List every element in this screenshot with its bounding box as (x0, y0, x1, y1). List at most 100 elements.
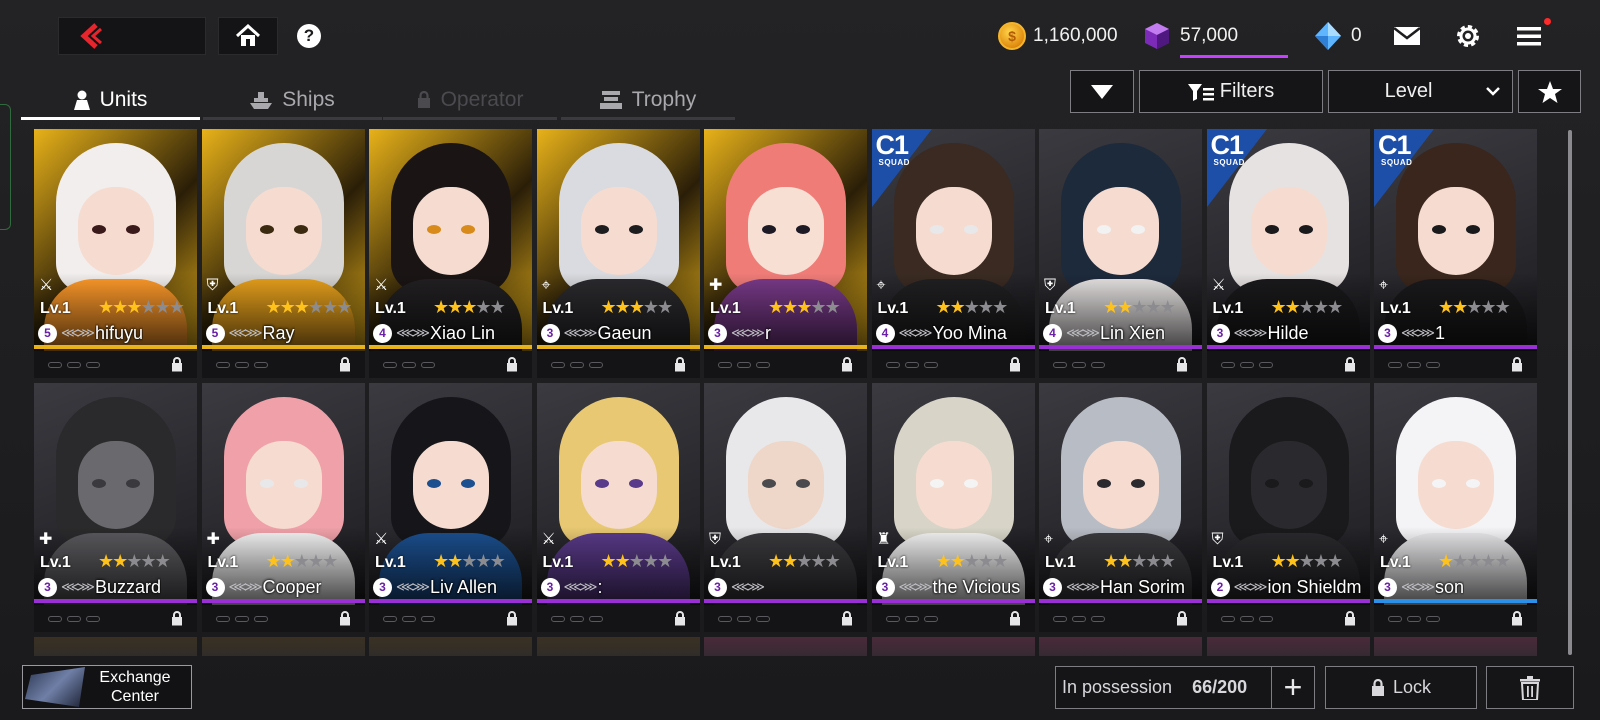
unit-card[interactable]: ⌖ Lv.1 ★★★★★ 3 ⋘⋙ Han Sorim (1039, 383, 1202, 634)
favorite-filter-button[interactable] (1518, 70, 1581, 113)
unit-card-partial[interactable] (871, 637, 1035, 656)
lock-icon[interactable] (1511, 611, 1523, 626)
rarity-star-icon: ★ (1494, 551, 1511, 571)
sort-dropdown[interactable]: Level (1328, 70, 1513, 113)
tab-underline (383, 117, 557, 120)
lock-icon[interactable] (841, 357, 853, 372)
lock-icon[interactable] (1176, 611, 1188, 626)
grid-scrollbar[interactable] (1568, 130, 1572, 655)
unit-portrait: ⚔ Lv.1 ★★★★★ 4 ⋘⋙ Xiao Lin (369, 129, 532, 353)
unit-card[interactable]: ⛨ Lv.1 ★★★★★ 2 ⋘⋙ ion Shieldm (1206, 383, 1370, 634)
unit-card-partial[interactable] (1206, 637, 1370, 656)
portrait-eye (1432, 479, 1446, 488)
unit-card-partial[interactable] (1374, 637, 1537, 656)
tab-ships[interactable]: Ships (203, 80, 382, 120)
lock-icon[interactable] (1344, 611, 1356, 626)
rarity-star-icon: ★ (1298, 551, 1315, 571)
unit-nameplate: 3 ⋘⋙ Hilde (1207, 321, 1370, 345)
unit-card-partial[interactable] (201, 637, 365, 656)
tab-operator[interactable]: Operator (383, 80, 557, 120)
unit-card[interactable]: ⚔ Lv.1 ★★★★★ 4 ⋘⋙ Xiao Lin (369, 129, 532, 380)
lock-icon[interactable] (1176, 357, 1188, 372)
portrait-eye (1432, 225, 1446, 234)
dismiss-unit-button[interactable] (1486, 666, 1574, 709)
home-button[interactable] (218, 17, 278, 55)
trash-icon (1520, 675, 1540, 700)
lock-icon[interactable] (674, 611, 686, 626)
gold-amount: 1,160,000 (1033, 25, 1118, 46)
tab-label: Units (99, 88, 148, 111)
lock-icon[interactable] (1344, 357, 1356, 372)
unit-card[interactable]: ⛨ Lv.1 ★★★★★★ 5 ⋘⋙ Ray (201, 129, 365, 380)
unit-card[interactable]: C1 SQUAD ⌖ Lv.1 ★★★★★ 3 ⋘⋙ 1 (1374, 129, 1537, 380)
lock-icon[interactable] (506, 357, 518, 372)
unit-card-partial[interactable] (704, 637, 867, 656)
rarity-star-icon: ★ (447, 297, 463, 317)
lock-icon[interactable] (171, 611, 183, 626)
unit-card[interactable]: C1 SQUAD ⚔ Lv.1 ★★★★★ 3 ⋘⋙ Hilde (1206, 129, 1370, 380)
unit-card[interactable]: ✚ Lv.1 ★★★★★ 3 ⋘⋙ Buzzard (34, 383, 197, 634)
mail-button[interactable] (1392, 22, 1422, 50)
portrait-eye (1466, 225, 1480, 234)
unit-card[interactable]: ✚ Lv.1 ★★★★★ 3 ⋘⋙ Cooper (201, 383, 365, 634)
gear-slot-pip (588, 361, 603, 368)
portrait-eye (126, 225, 140, 234)
ranger-class-icon: ⌖ (1379, 531, 1389, 548)
lock-icon[interactable] (1009, 357, 1021, 372)
settings-button[interactable] (1453, 22, 1483, 50)
unit-card[interactable]: ⌖ Lv.1 ★★★★★ 3 ⋘⋙ Gaeun (536, 129, 700, 380)
rarity-star-icon: ★ (628, 551, 645, 571)
lock-button[interactable]: Lock (1325, 666, 1477, 709)
menu-button[interactable] (1514, 22, 1544, 50)
unit-portrait: C1 SQUAD ⌖ Lv.1 ★★★★★ 3 ⋘⋙ 1 (1374, 129, 1537, 353)
lock-icon[interactable] (171, 357, 183, 372)
lock-icon[interactable] (1511, 357, 1523, 372)
lock-icon[interactable] (1009, 611, 1021, 626)
sort-order-toggle[interactable] (1070, 70, 1134, 113)
portrait-face (1418, 441, 1494, 529)
filters-button[interactable]: Filters (1139, 70, 1323, 113)
side-drawer-handle[interactable] (0, 104, 11, 230)
tab-trophy[interactable]: Trophy (561, 80, 735, 120)
expand-capacity-button[interactable]: + (1271, 666, 1315, 709)
cube-currency[interactable]: 57,000 (1142, 20, 1288, 58)
unit-card[interactable]: ⚔ Lv.1 ★★★★★★ 5 ⋘⋙ hifuyu (34, 129, 197, 380)
unit-card[interactable]: ⛨ Lv.1 ★★★★★ 3 ⋘⋙ (704, 383, 867, 634)
lock-icon[interactable] (674, 357, 686, 372)
help-button[interactable]: ? (297, 24, 321, 48)
scrollbar-thumb[interactable] (1568, 130, 1572, 655)
rarity-bar (34, 599, 197, 603)
rarity-star-icon: ★ (1452, 551, 1468, 571)
unit-card[interactable]: ⛨ Lv.1 ★★★★★ 4 ⋘⋙ Lin Xien (1039, 129, 1202, 380)
back-button[interactable] (58, 17, 206, 55)
unit-card[interactable]: ✚ Lv.1 ★★★★★ 3 ⋘⋙ r (704, 129, 867, 380)
unit-card[interactable]: ⚔ Lv.1 ★★★★★ 3 ⋘⋙ : (536, 383, 700, 634)
unit-card-footer (369, 605, 532, 632)
rarity-star-icon: ★ (265, 297, 282, 317)
tab-units[interactable]: Units (21, 80, 200, 120)
unit-card-partial[interactable] (1039, 637, 1202, 656)
unit-card[interactable]: ⚔ Lv.1 ★★★★★ 3 ⋘⋙ Liv Allen (369, 383, 532, 634)
lock-icon[interactable] (506, 611, 518, 626)
unit-card-partial[interactable] (536, 637, 700, 656)
striker-class-icon: ⚔ (374, 277, 389, 294)
unit-card[interactable]: C1 SQUAD ⌖ Lv.1 ★★★★★ 4 ⋘⋙ Yoo Mina (871, 129, 1035, 380)
rarity-star-icon: ★ (1270, 297, 1287, 317)
lock-icon[interactable] (339, 611, 351, 626)
striker-class-icon: ⚔ (541, 531, 556, 548)
exchange-center-button[interactable]: Exchange Center (22, 665, 192, 709)
unit-card[interactable]: ♜ Lv.1 ★★★★★ 3 ⋘⋙ the Vicious (871, 383, 1035, 634)
unit-card[interactable]: ⌖ Lv.1 ★★★★★ 3 ⋘⋙ son (1374, 383, 1537, 634)
rarity-star-icon: ★ (935, 297, 952, 317)
unit-card-partial[interactable] (34, 637, 197, 656)
portrait-eye (293, 225, 308, 234)
unit-card-partial[interactable] (369, 637, 532, 656)
gear-slot-pip (756, 361, 770, 368)
unit-level: Lv.1 (710, 300, 741, 317)
lock-icon[interactable] (339, 357, 351, 372)
lock-icon[interactable] (841, 611, 853, 626)
gold-currency[interactable]: $ 1,160,000 (998, 20, 1118, 52)
portrait-eye (1097, 225, 1111, 234)
gem-currency[interactable]: 0 (1313, 20, 1362, 52)
unit-card-footer (201, 351, 365, 378)
